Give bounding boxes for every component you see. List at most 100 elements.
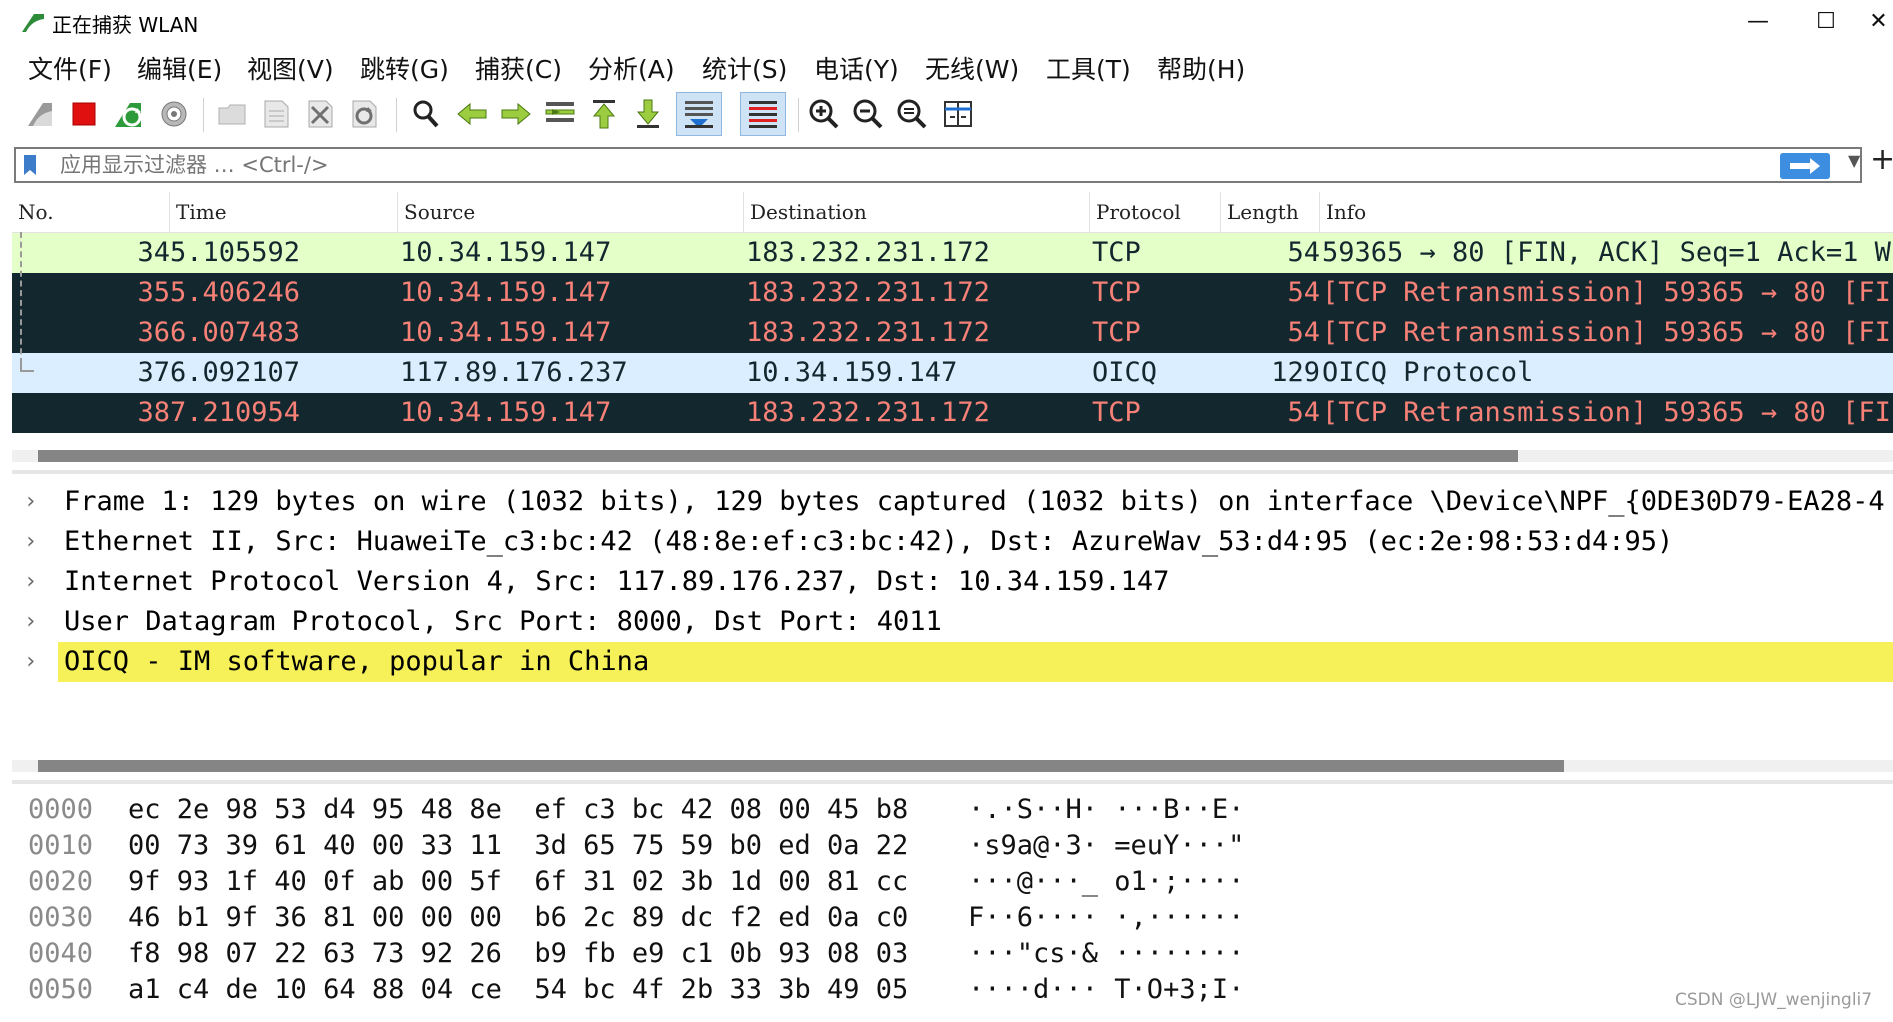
- pane-splitter[interactable]: [12, 470, 1893, 474]
- detail-row-udp[interactable]: › User Datagram Protocol, Src Port: 8000…: [12, 602, 1893, 642]
- hex-offset: 0050: [28, 974, 94, 1005]
- menu-capture[interactable]: 捕获(C): [475, 50, 562, 86]
- find-packet-icon[interactable]: [406, 94, 446, 134]
- auto-scroll-icon[interactable]: [676, 92, 722, 136]
- menu-statistics[interactable]: 统计(S): [702, 50, 787, 86]
- apply-filter-arrow-icon[interactable]: [1780, 153, 1830, 179]
- chevron-right-icon[interactable]: ›: [24, 562, 37, 602]
- bookmark-icon[interactable]: [22, 154, 38, 176]
- packet-length: 129: [1271, 357, 1320, 388]
- hex-offset: 0000: [28, 794, 94, 825]
- packet-info: [TCP Retransmission] 59365 → 80 [FI: [1322, 397, 1891, 428]
- reload-file-icon[interactable]: [344, 94, 384, 134]
- chevron-down-icon[interactable]: ▼: [1848, 151, 1860, 170]
- go-forward-icon[interactable]: [496, 94, 536, 134]
- packet-destination: 183.232.231.172: [746, 277, 990, 308]
- shark-fin-start-icon[interactable]: [20, 94, 60, 134]
- save-file-icon[interactable]: [256, 94, 296, 134]
- maximize-button[interactable]: ☐: [1804, 6, 1848, 38]
- column-header-protocol[interactable]: Protocol: [1090, 192, 1221, 232]
- detail-row-frame[interactable]: › Frame 1: 129 bytes on wire (1032 bits)…: [12, 482, 1893, 522]
- packet-length: 54: [1287, 317, 1320, 348]
- hex-ascii: ····d··· T·O+3;I·: [968, 974, 1245, 1005]
- column-header-length[interactable]: Length: [1221, 192, 1320, 232]
- go-last-icon[interactable]: [628, 94, 668, 134]
- packet-destination: 10.34.159.147: [746, 357, 958, 388]
- packet-row[interactable]: 35 5.406246 10.34.159.147 183.232.231.17…: [12, 273, 1893, 313]
- column-header-time[interactable]: Time: [170, 192, 398, 232]
- menu-telephony[interactable]: 电话(Y): [814, 50, 899, 86]
- packet-destination: 183.232.231.172: [746, 397, 990, 428]
- column-header-destination[interactable]: Destination: [744, 192, 1090, 232]
- stop-capture-icon[interactable]: [64, 94, 104, 134]
- close-file-icon[interactable]: [300, 94, 340, 134]
- column-header-no[interactable]: No.: [12, 192, 170, 232]
- menu-tools[interactable]: 工具(T): [1046, 50, 1131, 86]
- go-back-icon[interactable]: [452, 94, 492, 134]
- packet-protocol: TCP: [1092, 237, 1141, 268]
- chevron-right-icon[interactable]: ›: [24, 522, 37, 562]
- packet-time: 5.105592: [170, 237, 301, 268]
- chevron-right-icon[interactable]: ›: [24, 482, 37, 522]
- packet-info: [TCP Retransmission] 59365 → 80 [FI: [1322, 277, 1891, 308]
- window-title: 正在捕获 WLAN: [52, 13, 199, 37]
- packet-row[interactable]: 36 6.007483 10.34.159.147 183.232.231.17…: [12, 313, 1893, 353]
- detail-text: Ethernet II, Src: HuaweiTe_c3:bc:42 (48:…: [64, 526, 1674, 557]
- pane-splitter[interactable]: [12, 780, 1893, 784]
- toolbar-separator: [396, 98, 397, 132]
- column-header-info[interactable]: Info: [1320, 192, 1893, 232]
- hex-offset: 0030: [28, 902, 94, 933]
- chevron-right-icon[interactable]: ›: [24, 642, 37, 682]
- packet-source: 117.89.176.237: [400, 357, 628, 388]
- colorize-icon[interactable]: [740, 92, 786, 136]
- minimize-button[interactable]: —: [1736, 6, 1780, 38]
- menu-view[interactable]: 视图(V): [247, 50, 334, 86]
- packet-no: 38: [137, 397, 170, 428]
- menu-wireless[interactable]: 无线(W): [925, 50, 1019, 86]
- packet-length: 54: [1287, 237, 1320, 268]
- packet-destination: 183.232.231.172: [746, 317, 990, 348]
- go-first-icon[interactable]: [584, 94, 624, 134]
- hex-bytes: 46 b1 9f 36 81 00 00 00 b6 2c 89 dc f2 e…: [128, 902, 909, 933]
- display-filter-input[interactable]: [60, 149, 1560, 181]
- toolbar-separator: [203, 98, 204, 132]
- conversation-tree-end: [20, 360, 34, 372]
- resize-columns-icon[interactable]: [938, 94, 978, 134]
- scrollbar-thumb[interactable]: [38, 760, 1564, 772]
- zoom-in-icon[interactable]: [804, 94, 844, 134]
- menu-bar: 文件(F) 编辑(E) 视图(V) 跳转(G) 捕获(C) 分析(A) 统计(S…: [0, 46, 1893, 86]
- details-hscrollbar[interactable]: [12, 760, 1893, 772]
- detail-row-oicq-selected[interactable]: › OICQ - IM software, popular in China: [12, 642, 1893, 682]
- column-header-source[interactable]: Source: [398, 192, 744, 232]
- wireshark-app-icon: [22, 14, 44, 32]
- scrollbar-thumb[interactable]: [38, 450, 1518, 462]
- detail-text: OICQ - IM software, popular in China: [58, 642, 1893, 682]
- go-to-packet-icon[interactable]: [540, 94, 580, 134]
- zoom-normal-icon[interactable]: [892, 94, 932, 134]
- packet-row-selected[interactable]: 37 6.092107 117.89.176.237 10.34.159.147…: [12, 353, 1893, 393]
- packet-info: 59365 → 80 [FIN, ACK] Seq=1 Ack=1 W: [1322, 237, 1891, 268]
- packet-row[interactable]: 38 7.210954 10.34.159.147 183.232.231.17…: [12, 393, 1893, 433]
- add-filter-button[interactable]: +: [1870, 142, 1893, 177]
- zoom-out-icon[interactable]: [848, 94, 888, 134]
- menu-edit[interactable]: 编辑(E): [137, 50, 222, 86]
- chevron-right-icon[interactable]: ›: [24, 602, 37, 642]
- packet-row[interactable]: 34 5.105592 10.34.159.147 183.232.231.17…: [12, 233, 1893, 273]
- capture-options-icon[interactable]: [154, 94, 194, 134]
- open-file-icon[interactable]: [212, 94, 252, 134]
- packet-protocol: TCP: [1092, 277, 1141, 308]
- menu-analyze[interactable]: 分析(A): [588, 50, 675, 86]
- menu-help[interactable]: 帮助(H): [1157, 50, 1245, 86]
- detail-text: User Datagram Protocol, Src Port: 8000, …: [64, 606, 942, 637]
- packet-details-pane: › Frame 1: 129 bytes on wire (1032 bits)…: [12, 482, 1893, 752]
- close-button[interactable]: ✕: [1864, 6, 1893, 38]
- packet-no: 34: [137, 237, 170, 268]
- detail-row-ethernet[interactable]: › Ethernet II, Src: HuaweiTe_c3:bc:42 (4…: [12, 522, 1893, 562]
- packet-length: 54: [1287, 397, 1320, 428]
- detail-row-ipv4[interactable]: › Internet Protocol Version 4, Src: 117.…: [12, 562, 1893, 602]
- menu-go[interactable]: 跳转(G): [360, 50, 449, 86]
- menu-file[interactable]: 文件(F): [28, 50, 112, 86]
- restart-capture-icon[interactable]: [108, 94, 148, 134]
- packet-info: OICQ Protocol: [1322, 357, 1534, 388]
- packet-list-hscrollbar[interactable]: [12, 450, 1893, 462]
